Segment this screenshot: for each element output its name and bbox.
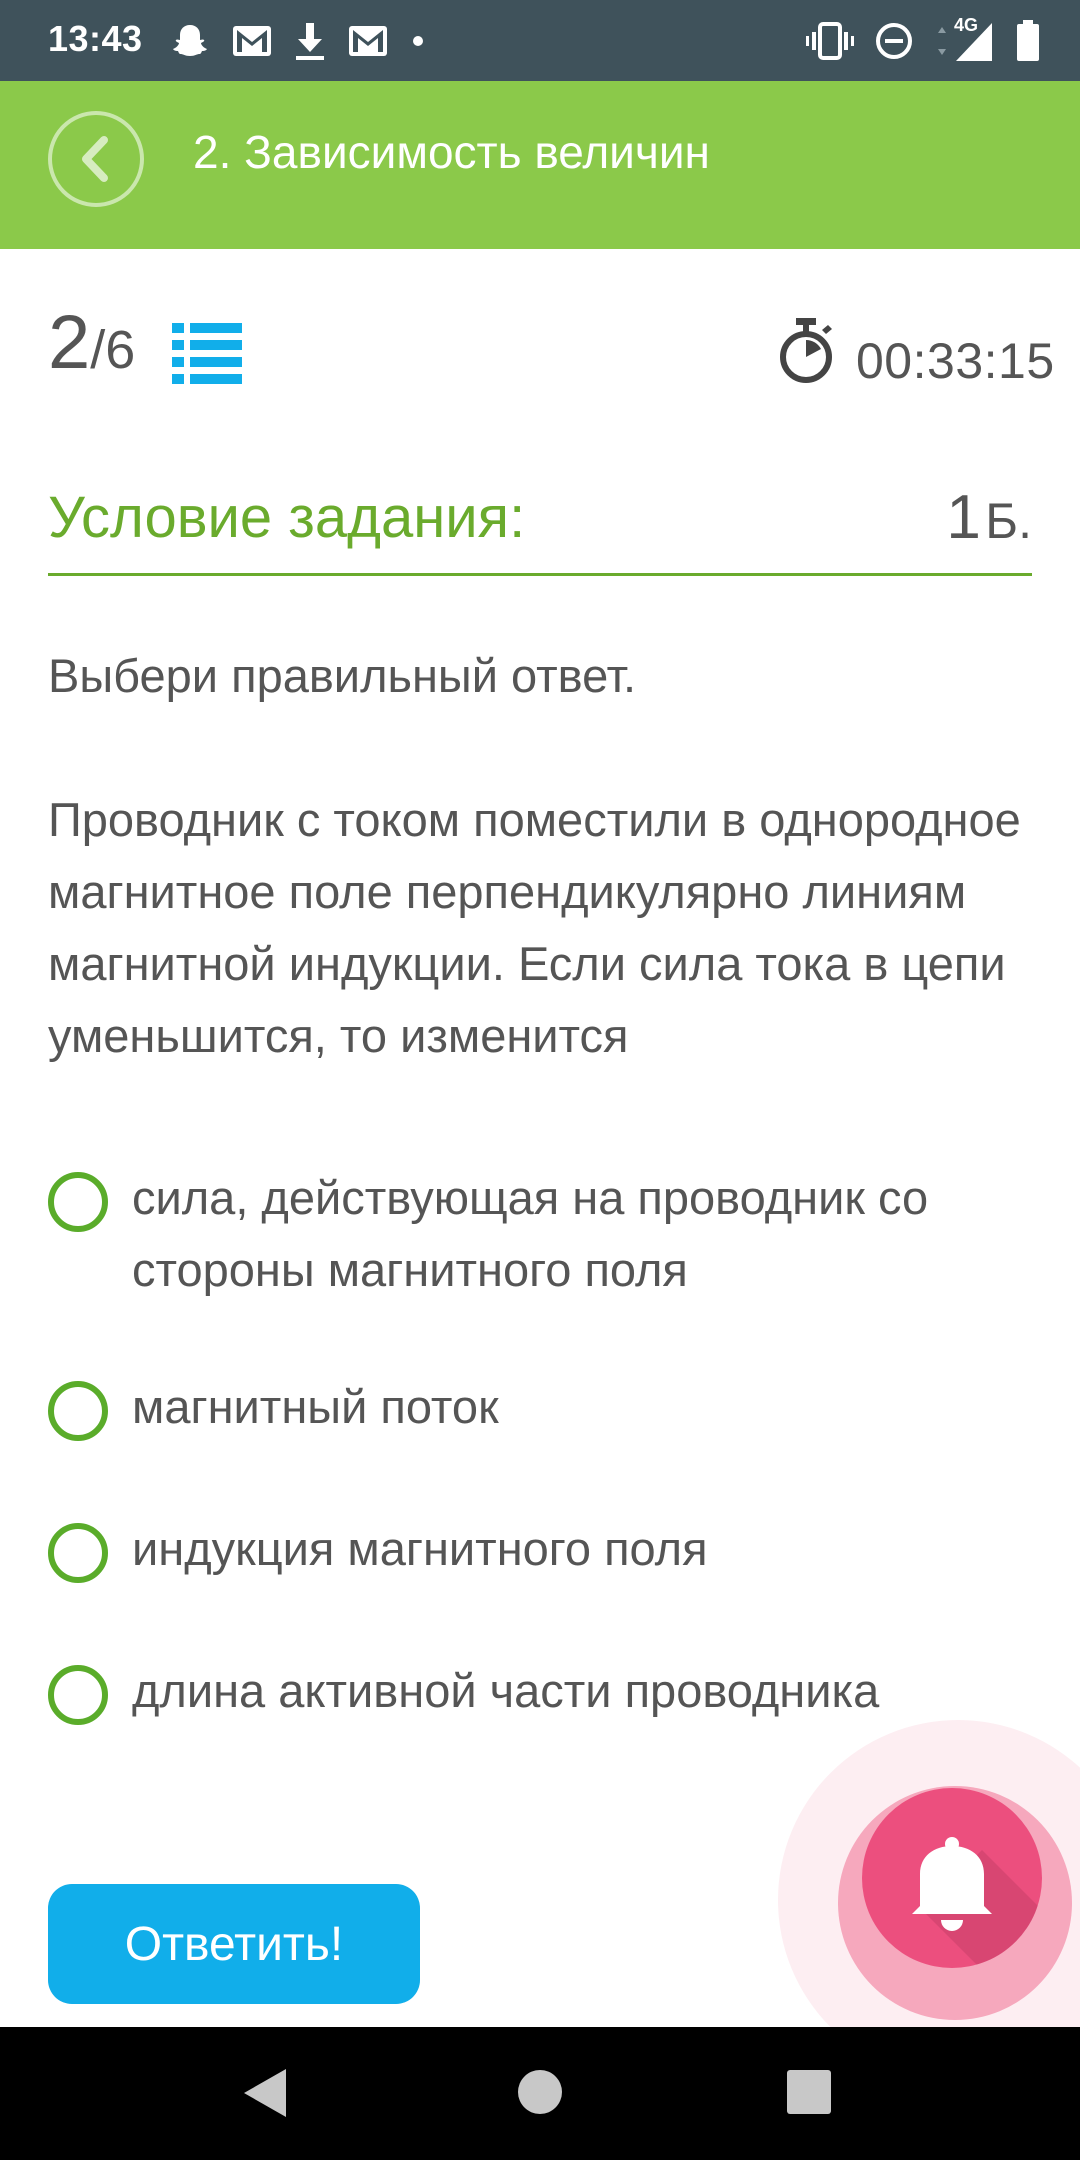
answer-option-label: индукция магнитного поля [132,1522,708,1575]
counter-separator: / [90,320,106,380]
circle-home-icon [518,2070,562,2114]
answer-option-label: длина активной части проводника [132,1664,880,1717]
status-bar: 13:43 4G [0,0,1080,81]
gmail-icon [348,25,388,57]
download-icon [294,21,326,61]
radio-button[interactable] [48,1523,108,1583]
task-condition-header: Условие задания: 1 Б. [48,480,1032,576]
battery-icon [1016,20,1040,62]
signal-icon: 4G [934,15,996,63]
task-condition-label: Условие задания: [48,485,526,550]
question-text: Проводник с током поместили в однородное… [48,793,1021,1062]
notification-icons [170,18,426,64]
current-question: 2 [48,300,91,385]
answer-option[interactable]: магнитный поток [48,1371,1048,1443]
answer-option-label: магнитный поток [132,1380,499,1433]
square-recents-icon [787,2070,831,2114]
system-navigation-bar [0,2027,1080,2160]
snapchat-icon [170,21,210,61]
nav-home-button[interactable] [517,2069,563,2115]
network-type: 4G [954,15,979,35]
triangle-back-icon [244,2069,286,2117]
question-list-icon[interactable] [172,323,242,385]
radio-button[interactable] [48,1665,108,1725]
answer-option-label: сила, действующая на проводник со сторон… [132,1171,929,1296]
answer-option[interactable]: индукция магнитного поля [48,1513,1048,1585]
question-body: Выбери правильный ответ. Проводник с ток… [48,640,1038,1072]
radio-button[interactable] [48,1172,108,1232]
notification-bell-button[interactable] [862,1788,1042,1968]
task-points: 1 Б. [946,482,1032,553]
radio-button[interactable] [48,1381,108,1441]
points-unit: Б. [985,493,1032,549]
nav-back-button[interactable] [240,2065,290,2121]
back-button[interactable] [48,111,144,207]
gmail-icon [232,25,272,57]
timer-value: 00:33:15 [856,333,1055,389]
do-not-disturb-icon [874,21,914,61]
points-value: 1 [946,483,981,552]
status-time: 13:43 [48,18,143,59]
submit-answer-button[interactable]: Ответить! [48,1884,420,2004]
system-icons: 4G [806,15,1040,64]
dot-icon [410,33,426,49]
stopwatch-icon [776,318,836,384]
vibrate-icon [806,21,854,61]
page-title: 2. Зависимость величин [193,126,710,178]
chevron-left-icon [82,136,108,182]
question-counter: 2 / 6 [48,305,135,395]
nav-recents-button[interactable] [786,2069,832,2115]
answer-option[interactable]: сила, действующая на проводник со сторон… [48,1162,1048,1306]
app-bar: 2. Зависимость величин [0,81,1080,249]
answer-option[interactable]: длина активной части проводника [48,1655,1048,1727]
question-instruction: Выбери правильный ответ. [48,649,637,702]
total-questions: 6 [105,320,136,380]
bell-icon [912,1837,1042,1968]
